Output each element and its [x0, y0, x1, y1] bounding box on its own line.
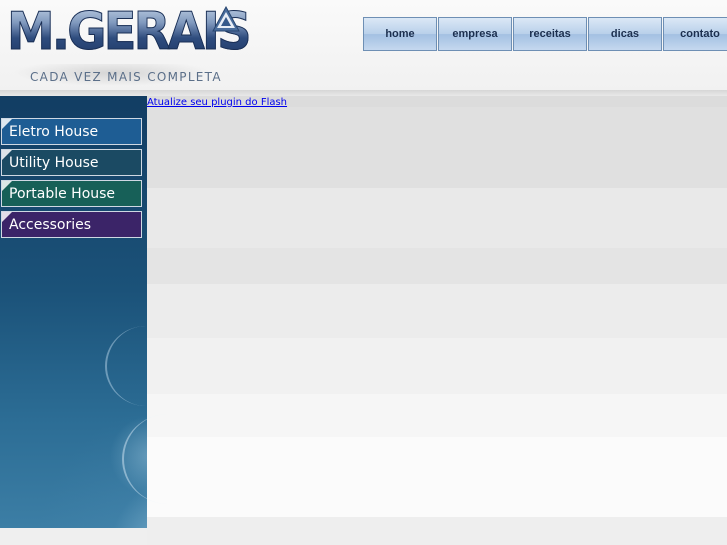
sidebar: Eletro House Utility House Portable Hous…	[0, 96, 147, 528]
corner-tab-icon	[2, 150, 12, 160]
content-band	[147, 248, 727, 284]
triangle-logo-icon	[212, 6, 240, 32]
update-flash-link[interactable]: Atualize seu plugin do Flash	[147, 97, 287, 108]
corner-tab-icon	[2, 212, 12, 222]
sidebar-decorative-arc	[105, 326, 187, 406]
sidebar-item-eletro-house[interactable]: Eletro House	[1, 118, 142, 145]
sidebar-item-portable-house[interactable]: Portable House	[1, 180, 142, 207]
sidebar-item-label: Portable House	[9, 185, 116, 202]
nav-dicas-button[interactable]: dicas	[588, 17, 662, 51]
sidebar-item-label: Utility House	[9, 154, 99, 171]
content-band	[147, 394, 727, 437]
corner-tab-icon	[2, 181, 12, 191]
nav-receitas-button[interactable]: receitas	[513, 17, 587, 51]
content-band	[147, 107, 727, 188]
nav-empresa-button[interactable]: empresa	[438, 17, 512, 51]
sidebar-item-accessories[interactable]: Accessories	[1, 211, 142, 238]
sidebar-item-utility-house[interactable]: Utility House	[1, 149, 142, 176]
sidebar-decorative-arc	[122, 414, 214, 504]
nav-contato-button[interactable]: contato	[663, 17, 727, 51]
sidebar-item-label: Eletro House	[9, 123, 99, 140]
content-band	[147, 517, 727, 545]
content-band	[147, 284, 727, 338]
site-logo[interactable]: M.GERAIS CADA VEZ MAIS COMPLETA	[4, 2, 252, 88]
corner-tab-icon	[2, 119, 12, 129]
content-band	[147, 437, 727, 517]
top-navigation: home empresa receitas dicas contato	[363, 17, 727, 51]
content-band	[147, 188, 727, 248]
sidebar-item-label: Accessories	[9, 216, 92, 233]
logo-tagline: CADA VEZ MAIS COMPLETA	[30, 70, 222, 84]
nav-home-button[interactable]: home	[363, 17, 437, 51]
content-band	[147, 338, 727, 394]
